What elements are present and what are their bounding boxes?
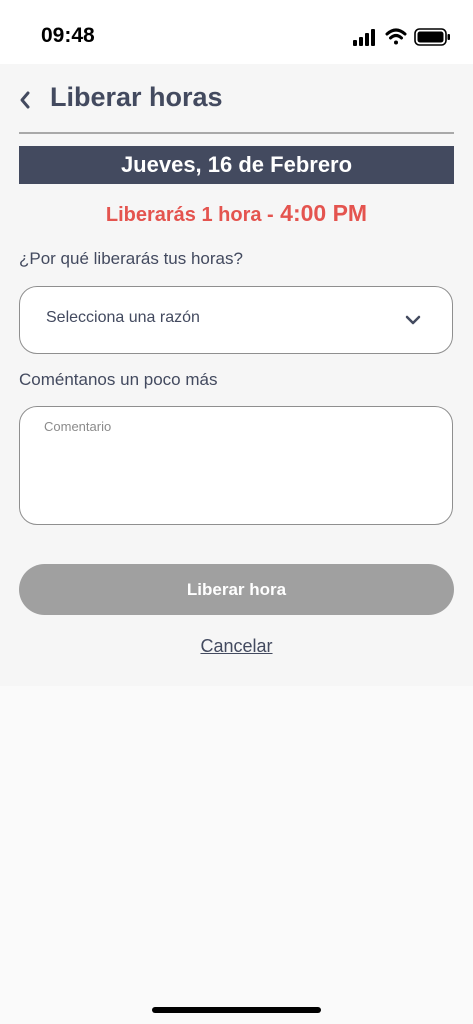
wifi-icon bbox=[385, 28, 407, 45]
release-label: Liberarás 1 hora - bbox=[105, 204, 274, 226]
release-summary: Liberarás 1 hora - 4:00 PM bbox=[0, 200, 473, 227]
comment-field-container bbox=[19, 406, 453, 525]
battery-icon bbox=[414, 28, 450, 46]
status-icons bbox=[353, 28, 450, 46]
back-button[interactable] bbox=[14, 84, 38, 114]
reason-select-placeholder: Selecciona una razón bbox=[46, 309, 200, 326]
release-time: 4:00 PM bbox=[280, 200, 368, 226]
status-time: 09:48 bbox=[41, 24, 95, 47]
status-bar: 09:48 bbox=[0, 0, 473, 64]
date-banner: Jueves, 16 de Febrero bbox=[19, 146, 454, 184]
signal-icon bbox=[353, 29, 375, 46]
header: Liberar horas bbox=[0, 80, 473, 120]
header-divider bbox=[19, 132, 454, 134]
release-hour-button[interactable]: Liberar hora bbox=[19, 564, 454, 615]
reason-label: ¿Por qué liberarás tus horas? bbox=[19, 249, 243, 268]
home-indicator bbox=[152, 1007, 321, 1013]
cancel-link[interactable]: Cancelar bbox=[0, 636, 473, 657]
comment-label: Coméntanos un poco más bbox=[19, 370, 218, 389]
reason-select[interactable]: Selecciona una razón bbox=[19, 286, 453, 354]
page-title: Liberar horas bbox=[50, 82, 223, 112]
chevron-left-icon bbox=[20, 91, 30, 109]
chevron-down-icon bbox=[405, 315, 421, 325]
release-hours-screen: Liberar horas Jueves, 16 de Febrero Libe… bbox=[0, 64, 473, 686]
comment-field[interactable] bbox=[44, 419, 434, 509]
